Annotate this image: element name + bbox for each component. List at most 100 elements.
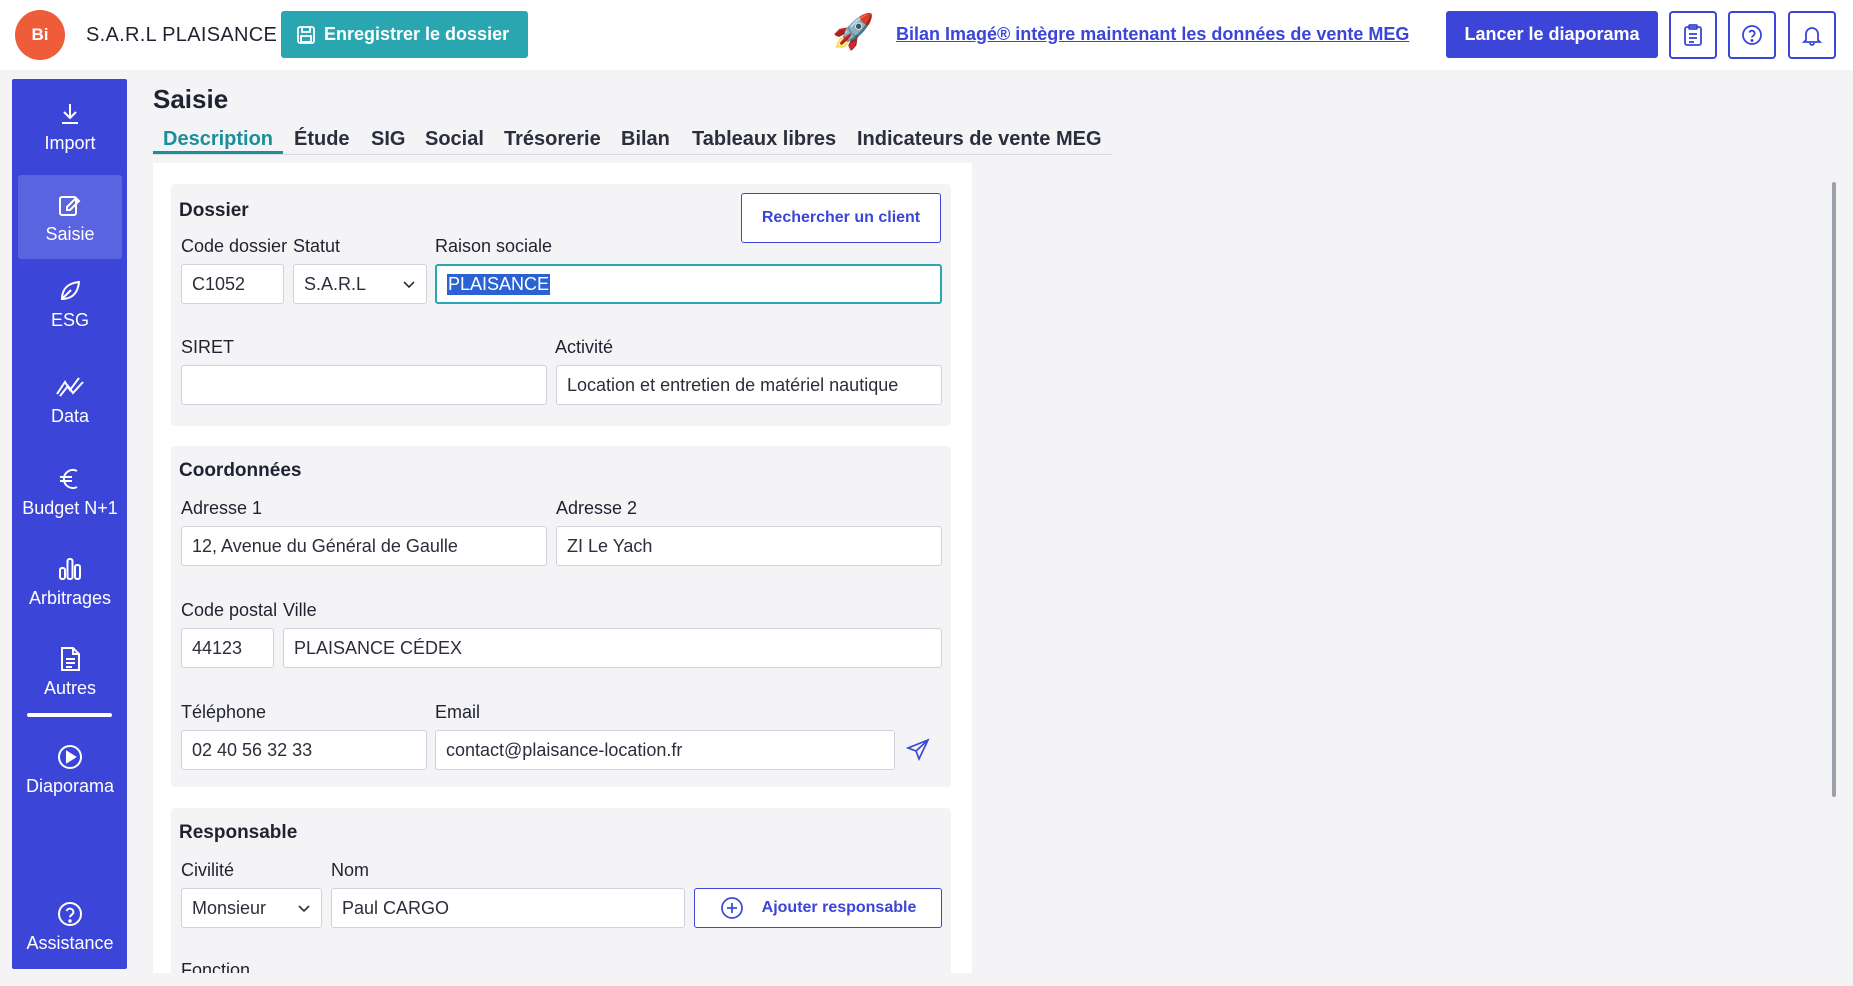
sidebar-item-import[interactable]: Import xyxy=(18,84,122,168)
sidebar-item-label: Assistance xyxy=(26,932,114,953)
send-email-button[interactable] xyxy=(905,738,932,764)
statut-label: Statut xyxy=(293,236,341,256)
bell-icon xyxy=(1801,27,1823,46)
company-name: S.A.R.L PLAISANCE xyxy=(86,24,278,46)
raison-sociale-input[interactable]: PLAISANCE xyxy=(435,264,942,304)
save-dossier-button[interactable]: Enregistrer le dossier xyxy=(281,11,528,58)
leaf-icon xyxy=(60,280,81,300)
help-button[interactable] xyxy=(1728,11,1776,59)
activite-input[interactable]: Location et entretien de matériel nautiq… xyxy=(556,365,942,405)
civilite-label: Civilité xyxy=(181,860,235,880)
adresse1-value: 12, Avenue du Général de Gaulle xyxy=(192,535,458,556)
code-dossier-label: Code dossier xyxy=(181,236,288,256)
clipboard-button[interactable] xyxy=(1669,11,1717,59)
sidebar-item-assistance[interactable]: Assistance xyxy=(18,884,122,968)
add-responsable-button[interactable]: Ajouter responsable xyxy=(694,888,942,928)
adresse1-label: Adresse 1 xyxy=(181,498,263,518)
adresse1-input[interactable]: 12, Avenue du Général de Gaulle xyxy=(181,526,547,566)
logo-text: Bi xyxy=(31,25,49,44)
form-panel: Dossier Rechercher un client Code dossie… xyxy=(153,163,972,973)
search-client-button[interactable]: Rechercher un client xyxy=(741,193,941,243)
sidebar-item-autres[interactable]: Autres xyxy=(18,629,122,713)
sidebar-item-label: ESG xyxy=(50,309,89,330)
nom-input[interactable]: Paul CARGO xyxy=(331,888,685,928)
tab-etude[interactable]: Étude xyxy=(294,128,350,151)
nom-value: Paul CARGO xyxy=(342,897,450,918)
code-postal-input[interactable]: 44123 xyxy=(181,628,274,668)
fonction-label: Fonction xyxy=(181,960,251,973)
sidebar-item-label: Saisie xyxy=(45,223,95,244)
sidebar-item-saisie[interactable]: Saisie xyxy=(18,175,122,259)
email-input[interactable]: contact@plaisance-location.fr xyxy=(435,730,895,770)
ville-input[interactable]: PLAISANCE CÉDEX xyxy=(283,628,942,668)
news-link[interactable]: Bilan Imagé® intègre maintenant les donn… xyxy=(896,24,1409,45)
sidebar-item-label: Data xyxy=(50,405,90,426)
tab-tresorerie[interactable]: Trésorerie xyxy=(504,128,601,151)
chevron-down-icon xyxy=(403,281,415,289)
raison-sociale-value: PLAISANCE xyxy=(447,273,551,295)
sidebar-item-label: Diaporama xyxy=(25,775,115,796)
sidebar-item-diaporama[interactable]: Diaporama xyxy=(18,727,122,811)
code-postal-label: Code postal xyxy=(181,600,278,620)
adresse2-input[interactable]: ZI Le Yach xyxy=(556,526,942,566)
raison-sociale-label: Raison sociale xyxy=(435,236,553,256)
tab-sig[interactable]: SIG xyxy=(371,128,405,151)
section-coordonnees: Coordonnées Adresse 1 12, Avenue du Géné… xyxy=(171,446,951,787)
tab-bilan[interactable]: Bilan xyxy=(621,128,670,151)
sidebar-item-label: Import xyxy=(44,132,96,153)
euro-icon xyxy=(60,468,78,489)
ville-value: PLAISANCE CÉDEX xyxy=(294,637,463,658)
telephone-value: 02 40 56 32 33 xyxy=(192,739,313,760)
scrollbar-thumb[interactable] xyxy=(1832,182,1836,797)
sidebar-item-label: Autres xyxy=(43,677,97,698)
section-dossier: Dossier Rechercher un client Code dossie… xyxy=(171,184,951,426)
civilite-value: Monsieur xyxy=(192,897,267,918)
ville-label: Ville xyxy=(283,600,317,620)
telephone-label: Téléphone xyxy=(181,702,267,722)
sidebar-item-data[interactable]: Data xyxy=(18,357,122,441)
statut-value: S.A.R.L xyxy=(304,273,367,294)
edit-icon xyxy=(59,195,81,216)
statut-select[interactable]: S.A.R.L xyxy=(293,264,427,304)
chart-line-icon xyxy=(56,376,84,397)
launch-slideshow-button[interactable]: Lancer le diaporama xyxy=(1446,11,1658,58)
code-postal-value: 44123 xyxy=(192,637,243,658)
sidebar-divider xyxy=(27,713,112,717)
siret-label: SIRET xyxy=(181,337,235,357)
telephone-input[interactable]: 02 40 56 32 33 xyxy=(181,730,427,770)
tab-description[interactable]: Description xyxy=(163,128,273,151)
section-title: Dossier xyxy=(179,200,249,221)
civilite-select[interactable]: Monsieur xyxy=(181,888,322,928)
code-dossier-value: C1052 xyxy=(192,273,246,294)
send-icon xyxy=(905,738,930,762)
rocket-icon: 🚀 xyxy=(832,13,875,51)
page-title: Saisie xyxy=(153,84,229,114)
siret-input[interactable] xyxy=(181,365,547,405)
active-tab-indicator xyxy=(153,151,283,154)
sidebar-item-label: Arbitrages xyxy=(28,587,112,608)
sidebar-item-budget[interactable]: Budget N+1 xyxy=(18,449,122,533)
plus-circle-icon xyxy=(720,897,743,919)
bar-chart-icon xyxy=(59,557,81,580)
activite-label: Activité xyxy=(555,337,614,357)
tab-social[interactable]: Social xyxy=(425,128,484,151)
email-label: Email xyxy=(435,702,481,722)
section-title: Responsable xyxy=(179,822,298,843)
sidebar-item-arbitrages[interactable]: Arbitrages xyxy=(18,539,122,623)
help-circle-icon xyxy=(58,901,82,926)
tab-indicateurs-meg[interactable]: Indicateurs de vente MEG xyxy=(857,128,1102,151)
document-icon xyxy=(61,646,80,671)
notifications-button[interactable] xyxy=(1788,11,1836,59)
app-logo[interactable]: Bi xyxy=(15,10,65,60)
save-icon xyxy=(297,25,315,44)
section-responsable: Responsable Civilité Monsieur Nom Paul C… xyxy=(171,808,951,973)
question-icon xyxy=(1742,25,1762,45)
code-dossier-input[interactable]: C1052 xyxy=(181,264,284,304)
sidebar-item-esg[interactable]: ESG xyxy=(18,261,122,345)
save-dossier-label: Enregistrer le dossier xyxy=(324,24,510,44)
play-circle-icon xyxy=(58,744,82,769)
tab-tableaux-libres[interactable]: Tableaux libres xyxy=(692,128,836,151)
sidebar-item-label: Budget N+1 xyxy=(22,497,118,518)
add-responsable-label: Ajouter responsable xyxy=(761,899,917,916)
tab-bar: Description Étude SIG Social Trésorerie … xyxy=(153,124,1112,155)
